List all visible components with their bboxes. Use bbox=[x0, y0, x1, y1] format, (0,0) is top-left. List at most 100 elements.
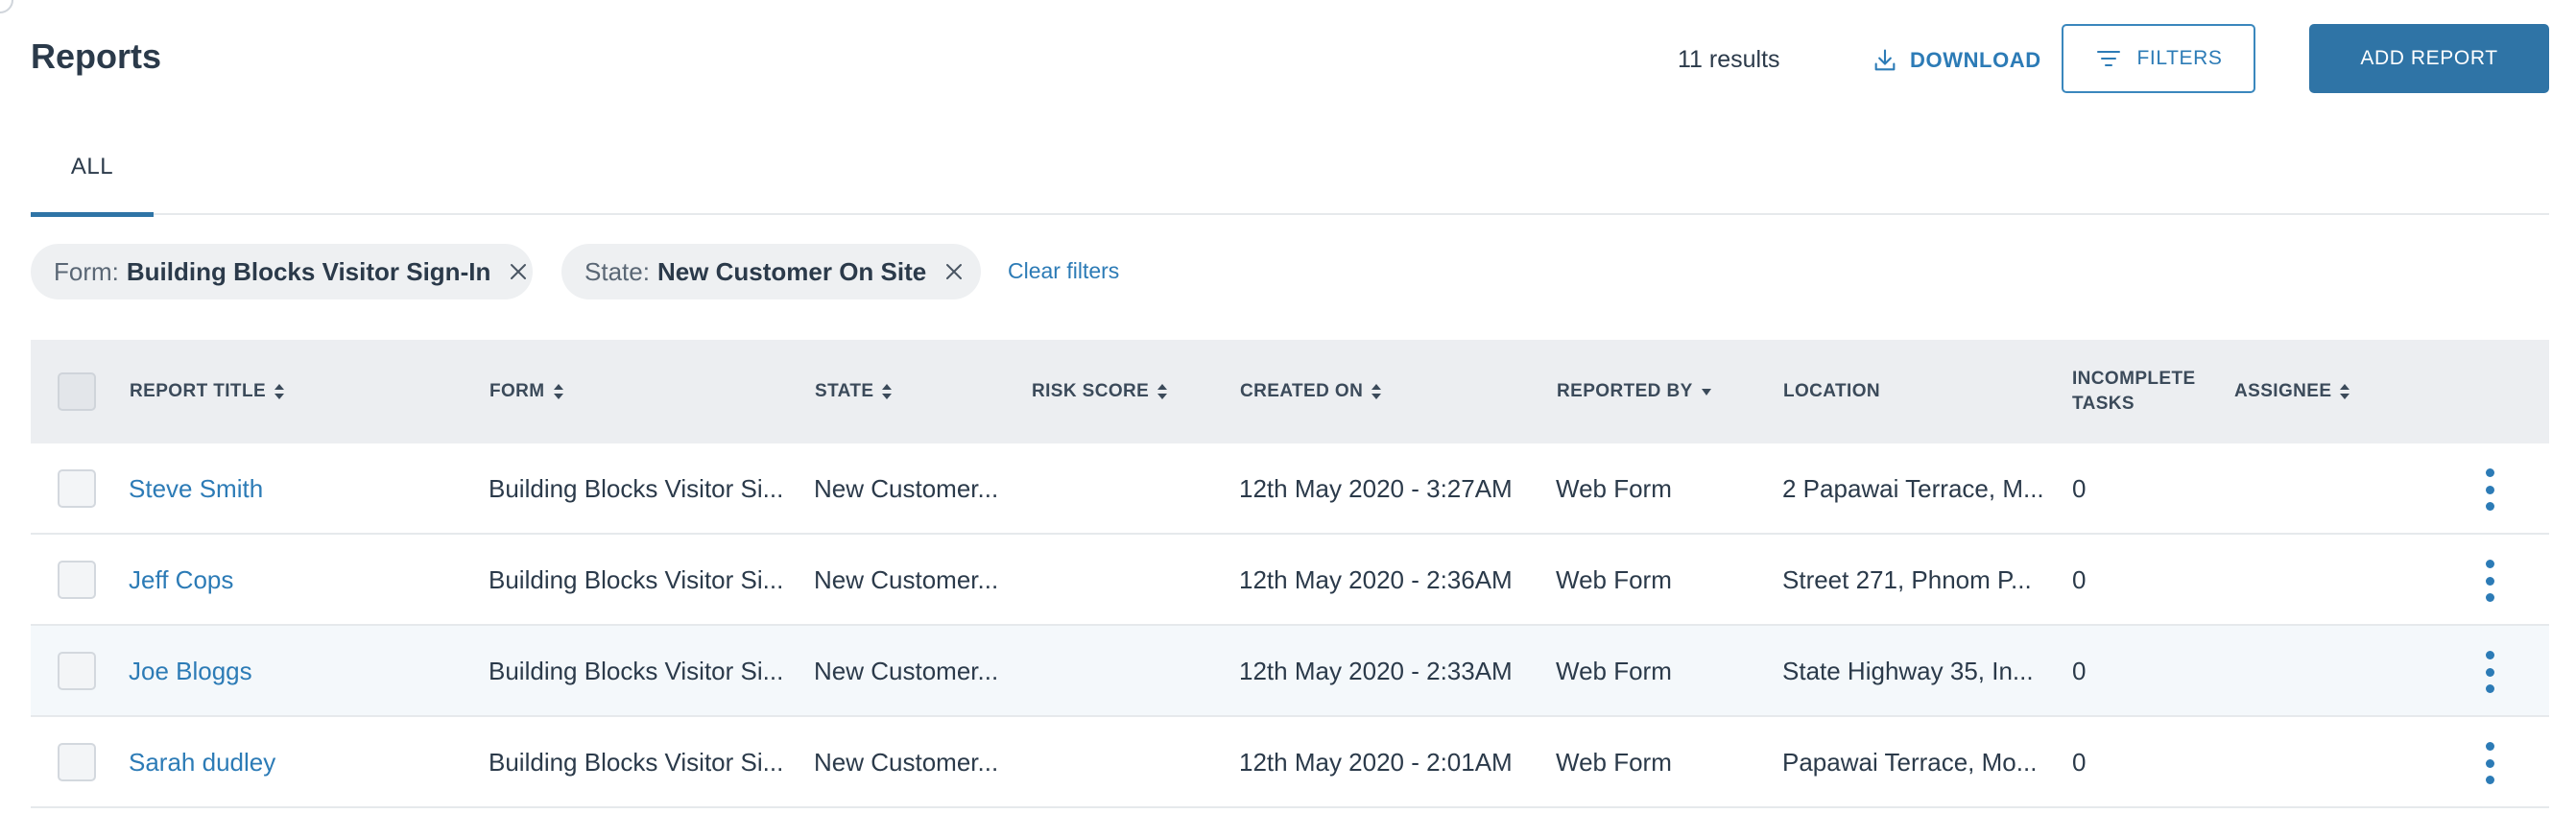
state-cell: New Customer... bbox=[814, 443, 1015, 535]
reports-table: REPORT TITLE FORM STATE RISK SCORE CREAT… bbox=[31, 340, 2549, 808]
more-options-icon[interactable] bbox=[2478, 742, 2501, 784]
form-cell: Building Blocks Visitor Si... bbox=[489, 535, 786, 626]
table-header: REPORT TITLE FORM STATE RISK SCORE CREAT… bbox=[31, 340, 2549, 443]
form-value: Building Blocks Visitor Si... bbox=[489, 565, 784, 594]
created-on-cell: 12th May 2020 - 3:27AM bbox=[1239, 474, 1513, 503]
filter-chip-key: State: bbox=[584, 256, 650, 286]
filters-button[interactable]: FILTERS bbox=[2062, 24, 2255, 93]
created-on-cell: 12th May 2020 - 2:01AM bbox=[1239, 748, 1513, 777]
column-header-form[interactable]: FORM bbox=[489, 340, 564, 443]
report-title-link[interactable]: Steve Smith bbox=[129, 443, 474, 535]
incomplete-tasks-cell: 0 bbox=[2072, 474, 2087, 503]
more-options-icon[interactable] bbox=[2478, 651, 2501, 693]
report-title-link[interactable]: Sarah dudley bbox=[129, 717, 474, 808]
sort-desc-icon bbox=[1701, 387, 1712, 396]
active-filters: Form: Building Blocks Visitor Sign-In St… bbox=[31, 244, 2549, 299]
report-title-link[interactable]: Joe Bloggs bbox=[129, 626, 474, 717]
form-value: Building Blocks Visitor Si... bbox=[489, 474, 784, 503]
column-header-report-title[interactable]: REPORT TITLE bbox=[130, 340, 285, 443]
filter-chip-form: Form: Building Blocks Visitor Sign-In bbox=[31, 244, 533, 299]
column-header-state[interactable]: STATE bbox=[815, 340, 893, 443]
location-cell: 2 Papawai Terrace, M... bbox=[1782, 443, 2061, 535]
sidebar-edge-toggle[interactable] bbox=[0, 0, 13, 13]
assignee-cell bbox=[2234, 535, 2426, 626]
risk-score-cell bbox=[1032, 626, 1224, 717]
incomplete-tasks-cell: 0 bbox=[2072, 565, 2087, 594]
row-checkbox[interactable] bbox=[58, 469, 96, 508]
row-checkbox[interactable] bbox=[58, 561, 96, 599]
state-value: New Customer... bbox=[814, 748, 999, 777]
column-header-reported-by[interactable]: REPORTED BY bbox=[1557, 340, 1712, 443]
location-cell: Papawai Terrace, Mo... bbox=[1782, 717, 2061, 808]
column-header-created-on[interactable]: CREATED ON bbox=[1240, 340, 1382, 443]
form-cell: Building Blocks Visitor Si... bbox=[489, 717, 786, 808]
filter-chip-state: State: New Customer On Site bbox=[561, 244, 981, 299]
results-count: 11 results bbox=[1678, 46, 1780, 73]
column-label: RISK SCORE bbox=[1032, 381, 1150, 401]
form-cell: Building Blocks Visitor Si... bbox=[489, 626, 786, 717]
table-row[interactable]: Sarah dudley Building Blocks Visitor Si.… bbox=[31, 717, 2549, 808]
assignee-cell bbox=[2234, 443, 2426, 535]
form-value: Building Blocks Visitor Si... bbox=[489, 748, 784, 777]
more-options-icon[interactable] bbox=[2478, 468, 2501, 511]
column-label: CREATED ON bbox=[1240, 381, 1364, 401]
risk-score-cell bbox=[1032, 717, 1224, 808]
close-icon[interactable] bbox=[508, 261, 529, 282]
add-report-label: ADD REPORT bbox=[2360, 47, 2498, 69]
location-value: State Highway 35, In... bbox=[1782, 657, 2034, 685]
filter-icon bbox=[2095, 47, 2122, 70]
filter-chip-value: Building Blocks Visitor Sign-In bbox=[126, 256, 491, 286]
download-icon bbox=[1872, 47, 1898, 74]
assignee-cell bbox=[2234, 626, 2426, 717]
state-cell: New Customer... bbox=[814, 626, 1015, 717]
state-value: New Customer... bbox=[814, 657, 999, 685]
incomplete-tasks-cell: 0 bbox=[2072, 748, 2087, 777]
column-label: INCOMPLETE TASKS bbox=[2072, 369, 2196, 414]
column-label: LOCATION bbox=[1783, 381, 1881, 401]
reported-by-cell: Web Form bbox=[1556, 474, 1672, 503]
filter-chip-value: New Customer On Site bbox=[656, 256, 927, 286]
state-value: New Customer... bbox=[814, 565, 999, 594]
column-label: ASSIGNEE bbox=[2234, 381, 2332, 401]
more-options-icon[interactable] bbox=[2478, 560, 2501, 602]
download-label: DOWNLOAD bbox=[1910, 48, 2041, 72]
location-value: Papawai Terrace, Mo... bbox=[1782, 748, 2038, 777]
column-header-location: LOCATION bbox=[1783, 340, 1880, 443]
page-header: Reports 11 results DOWNLOAD FILTERS ADD … bbox=[31, 0, 2549, 119]
sort-icon bbox=[2339, 383, 2350, 400]
column-header-assignee[interactable]: ASSIGNEE bbox=[2234, 340, 2350, 443]
risk-score-cell bbox=[1032, 443, 1224, 535]
tab-all[interactable]: ALL bbox=[31, 119, 154, 217]
column-header-risk-score[interactable]: RISK SCORE bbox=[1032, 340, 1168, 443]
tab-all-label: ALL bbox=[70, 154, 114, 180]
row-checkbox[interactable] bbox=[58, 652, 96, 690]
location-value: 2 Papawai Terrace, M... bbox=[1782, 474, 2044, 503]
add-report-button[interactable]: ADD REPORT bbox=[2309, 24, 2549, 93]
download-button[interactable]: DOWNLOAD bbox=[1872, 44, 2041, 77]
sort-icon bbox=[1157, 383, 1168, 400]
filter-chip-key: Form: bbox=[54, 256, 119, 286]
tab-bar: ALL bbox=[31, 119, 2549, 217]
clear-filters-link[interactable]: Clear filters bbox=[1008, 258, 1119, 284]
close-icon[interactable] bbox=[943, 261, 965, 282]
report-title-link[interactable]: Jeff Cops bbox=[129, 535, 474, 626]
column-label: STATE bbox=[815, 381, 874, 401]
column-header-incomplete-tasks: INCOMPLETE TASKS bbox=[2072, 340, 2206, 443]
column-label: REPORT TITLE bbox=[130, 381, 267, 401]
reported-by-cell: Web Form bbox=[1556, 565, 1672, 594]
row-checkbox[interactable] bbox=[58, 743, 96, 781]
created-on-cell: 12th May 2020 - 2:33AM bbox=[1239, 657, 1513, 685]
table-row[interactable]: Jeff Cops Building Blocks Visitor Si... … bbox=[31, 535, 2549, 626]
table-row[interactable]: Steve Smith Building Blocks Visitor Si..… bbox=[31, 443, 2549, 535]
select-all-checkbox[interactable] bbox=[58, 372, 96, 411]
location-value: Street 271, Phnom P... bbox=[1782, 565, 2032, 594]
sort-icon bbox=[881, 383, 893, 400]
form-cell: Building Blocks Visitor Si... bbox=[489, 443, 786, 535]
reported-by-cell: Web Form bbox=[1556, 657, 1672, 685]
table-row[interactable]: Joe Bloggs Building Blocks Visitor Si...… bbox=[31, 626, 2549, 717]
page-title: Reports bbox=[31, 36, 162, 76]
reported-by-cell: Web Form bbox=[1556, 748, 1672, 777]
column-label: REPORTED BY bbox=[1557, 381, 1693, 401]
filters-label: FILTERS bbox=[2136, 47, 2223, 69]
sort-icon bbox=[1371, 383, 1382, 400]
